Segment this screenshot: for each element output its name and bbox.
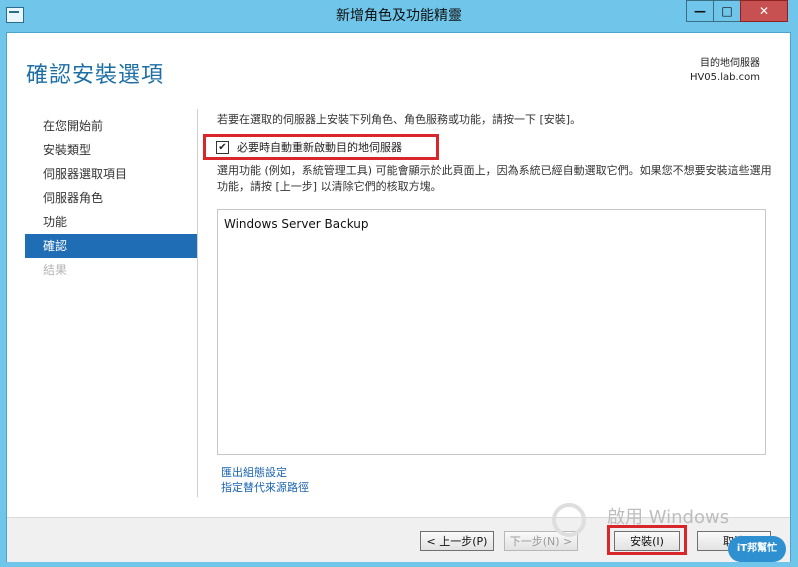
step-installation-type[interactable]: 安裝類型 [25, 138, 197, 162]
minimize-button[interactable]: — [686, 0, 714, 22]
destination-label: 目的地伺服器 [700, 58, 760, 69]
sidebar-divider [197, 109, 198, 497]
list-item: Windows Server Backup [224, 217, 369, 231]
wizard-body: 確認安裝選項 目的地伺服器 HV05.lab.com 在您開始前 安裝類型 伺服… [6, 32, 791, 562]
alternate-source-link[interactable]: 指定替代來源路徑 [221, 480, 309, 495]
optional-features-note: 選用功能 (例如，系統管理工具) 可能會顯示於此頁面上，因為系統已經自動選取它們… [217, 164, 772, 193]
window-controls: — □ ✕ [686, 0, 788, 22]
links: 匯出組態設定 指定替代來源路徑 [221, 465, 309, 495]
step-features[interactable]: 功能 [25, 210, 197, 234]
selected-items-list[interactable]: Windows Server Backup [217, 209, 766, 455]
confirmation-content: 若要在選取的伺服器上安裝下列角色、角色服務或功能，請按一下 [安裝]。 ✔ 必要… [203, 111, 777, 494]
step-before-you-begin[interactable]: 在您開始前 [25, 114, 197, 138]
intro-text: 若要在選取的伺服器上安裝下列角色、角色服務或功能，請按一下 [安裝]。 [217, 113, 582, 126]
export-config-link[interactable]: 匯出組態設定 [221, 465, 309, 480]
maximize-button[interactable]: □ [713, 0, 741, 22]
step-server-roles[interactable]: 伺服器角色 [25, 186, 197, 210]
install-highlight [607, 525, 687, 555]
step-results: 結果 [43, 263, 68, 277]
previous-button[interactable]: < 上一步(P) [420, 531, 494, 551]
title-bar: 新增角色及功能精靈 — □ ✕ [0, 0, 798, 32]
wizard-steps: 在您開始前 安裝類型 伺服器選取項目 伺服器角色 功能 確認 結果 [25, 114, 197, 282]
restart-option[interactable]: ✔ 必要時自動重新啟動目的地伺服器 [203, 134, 439, 160]
destination-server: 目的地伺服器 HV05.lab.com [690, 57, 760, 85]
page-title: 確認安裝選項 [26, 63, 165, 88]
watermark-icon [552, 503, 586, 537]
restart-label: 必要時自動重新啟動目的地伺服器 [237, 141, 402, 154]
step-confirmation[interactable]: 確認 [25, 234, 197, 258]
restart-checkbox[interactable]: ✔ [216, 140, 229, 154]
brand-badge: iT邦幫忙 [728, 536, 786, 562]
step-server-selection[interactable]: 伺服器選取項目 [25, 162, 197, 186]
window-title: 新增角色及功能精靈 [336, 8, 462, 24]
destination-name: HV05.lab.com [689, 72, 760, 83]
activation-watermark: 啟用 Windows [607, 507, 730, 528]
close-button[interactable]: ✕ [740, 0, 788, 22]
